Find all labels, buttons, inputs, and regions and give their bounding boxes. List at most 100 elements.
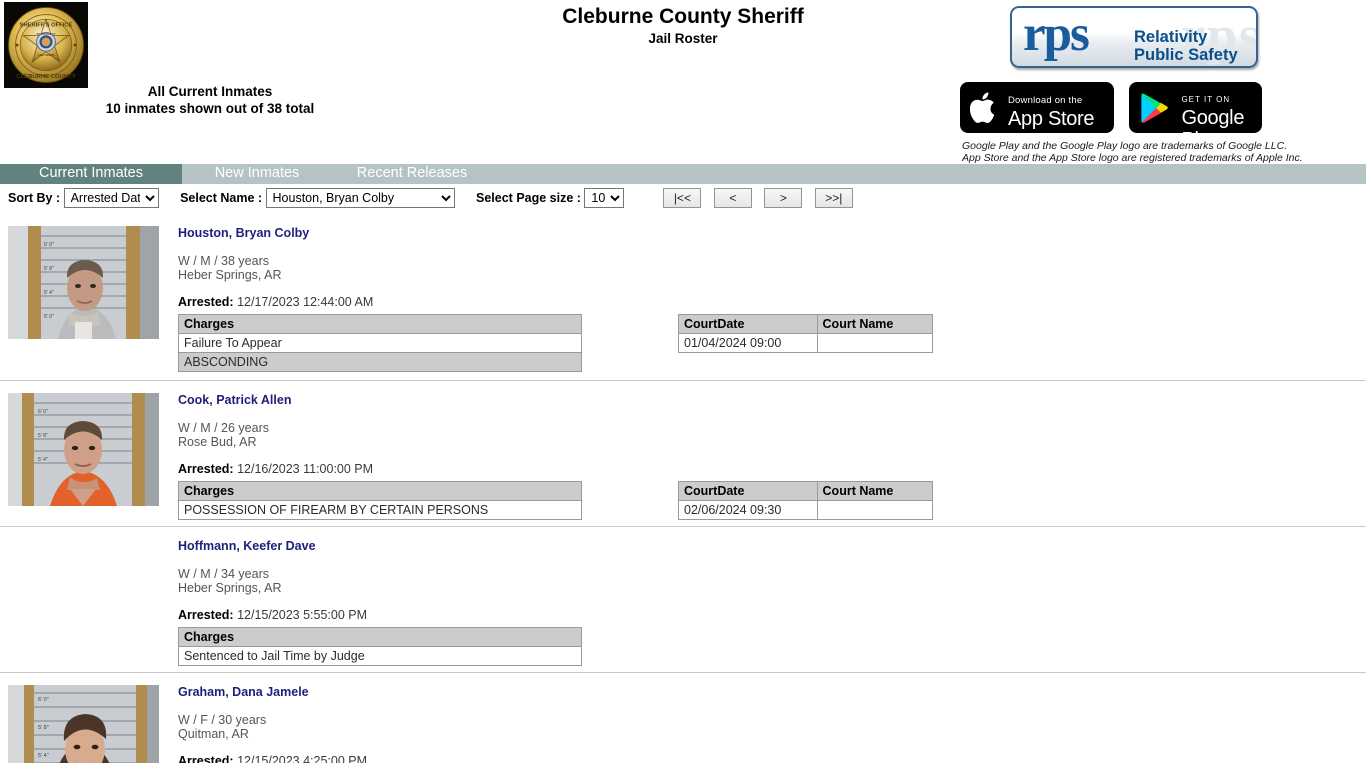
inmate-mugshot[interactable]: 6' 0" 5' 8" 5' 4" 5' 0" xyxy=(8,226,159,339)
inmate-count-block: All Current Inmates 10 inmates shown out… xyxy=(0,83,420,117)
app-store-text: Download on the App Store xyxy=(1008,90,1095,130)
charges-header-cell: Charges xyxy=(178,627,582,647)
tab-recent-releases[interactable]: Recent Releases xyxy=(332,164,492,184)
page-root: SHERIFF'S OFFICE CLEBURNE COUNTY TO PROT… xyxy=(0,0,1366,768)
sort-by-select[interactable]: Arrested Date xyxy=(63,188,159,208)
inmate-arrest-line: Arrested: 12/17/2023 12:44:00 AM xyxy=(178,295,1366,310)
sheriff-badge-image: SHERIFF'S OFFICE CLEBURNE COUNTY TO PROT… xyxy=(4,2,88,88)
charge-row: ABSCONDING xyxy=(178,352,582,372)
charge-row: POSSESSION OF FIREARM BY CERTAIN PERSONS xyxy=(178,500,582,520)
page-size-label: Select Page size : xyxy=(476,191,581,205)
rps-logo[interactable]: rps rps Relativity Public Safety solutio… xyxy=(1010,6,1258,68)
inmate-demographics: W / F / 30 years Quitman, AR xyxy=(178,713,1366,741)
charges-table: Charges POSSESSION OF FIREARM BY CERTAIN… xyxy=(178,481,582,520)
sheriff-star-icon: SHERIFF'S OFFICE CLEBURNE COUNTY TO PROT… xyxy=(8,7,84,83)
inmate-race-sex-age: W / M / 38 years xyxy=(178,254,269,268)
charges-header-cell: Charges xyxy=(178,314,582,334)
inmate-tables: Charges Sentenced to Jail Time by Judge xyxy=(178,627,1366,666)
inmate-mugshot[interactable]: 6' 0" 5' 8" 5' 4" xyxy=(8,685,159,763)
charges-header-cell: Charges xyxy=(178,481,582,501)
svg-text:5' 8": 5' 8" xyxy=(38,725,49,731)
google-play-small-label: GET IT ON xyxy=(1181,95,1231,104)
select-name-label: Select Name : xyxy=(180,191,263,205)
arrested-label: Arrested: xyxy=(178,608,234,622)
page-size-select[interactable]: 10 xyxy=(584,188,625,208)
inmate-mugshot[interactable]: 6' 0" 5' 8" 5' 4" xyxy=(8,393,159,506)
inmate-city: Rose Bud, AR xyxy=(178,435,257,449)
charge-row: Failure To Appear xyxy=(178,333,582,353)
inmate-arrest-line: Arrested: 12/15/2023 4:25:00 PM xyxy=(178,754,1366,763)
court-date-cell: 01/04/2024 09:00 xyxy=(678,333,818,353)
prev-page-button[interactable]: < xyxy=(713,188,752,208)
court-header-row: CourtDate Court Name xyxy=(678,481,934,501)
inmate-name-link[interactable]: Houston, Bryan Colby xyxy=(178,226,1366,241)
page-header: SHERIFF'S OFFICE CLEBURNE COUNTY TO PROT… xyxy=(0,0,1366,164)
court-date-header: CourtDate xyxy=(678,481,818,501)
inmate-demographics: W / M / 26 years Rose Bud, AR xyxy=(178,421,1366,449)
inmate-record: Hoffmann, Keefer Dave W / M / 34 years H… xyxy=(0,527,1366,672)
inmate-tables: Charges POSSESSION OF FIREARM BY CERTAIN… xyxy=(178,481,1366,520)
svg-text:CLEBURNE COUNTY: CLEBURNE COUNTY xyxy=(16,74,75,80)
filter-toolbar: Sort By : Arrested Date Select Name : Ho… xyxy=(0,188,1366,212)
rps-tagline: Relativity Public Safety solutions xyxy=(1134,28,1256,66)
inmate-demographics: W / M / 34 years Heber Springs, AR xyxy=(178,567,1366,595)
charges-table: Charges Sentenced to Jail Time by Judge xyxy=(178,627,582,666)
inmate-city: Quitman, AR xyxy=(178,727,249,741)
app-store-button[interactable]: Download on the App Store xyxy=(960,82,1114,133)
court-header-row: CourtDate Court Name xyxy=(678,314,934,334)
svg-text:5' 4": 5' 4" xyxy=(38,457,48,463)
inmate-arrest-line: Arrested: 12/16/2023 11:00:00 PM xyxy=(178,462,1366,477)
trademark-notice: Google Play and the Google Play logo are… xyxy=(962,140,1303,164)
last-page-button[interactable]: >>| xyxy=(814,188,853,208)
inmate-demographics: W / M / 38 years Heber Springs, AR xyxy=(178,254,1366,282)
inmate-city: Heber Springs, AR xyxy=(178,581,282,595)
inmate-details: Cook, Patrick Allen W / M / 26 years Ros… xyxy=(178,381,1366,520)
tab-current-inmates[interactable]: Current Inmates xyxy=(0,164,182,184)
app-store-big-label: App Store xyxy=(1008,108,1095,130)
inmate-record: 6' 0" 5' 8" 5' 4" 5' 0" Houston, Bryan Col… xyxy=(0,214,1366,380)
court-name-header: Court Name xyxy=(816,481,934,501)
inmate-record: 6' 0" 5' 8" 5' 4" Graham, Dana Jamele W /… xyxy=(0,673,1366,763)
charge-cell: Failure To Appear xyxy=(178,333,582,353)
apple-icon xyxy=(969,91,1000,130)
charge-cell: ABSCONDING xyxy=(178,352,582,372)
next-page-button[interactable]: > xyxy=(764,188,803,208)
charge-cell: POSSESSION OF FIREARM BY CERTAIN PERSONS xyxy=(178,500,582,520)
inmate-name-link[interactable]: Graham, Dana Jamele xyxy=(178,685,1366,700)
court-date-cell: 02/06/2024 09:30 xyxy=(678,500,818,520)
google-play-button[interactable]: GET IT ON Google Play xyxy=(1129,82,1263,151)
court-name-cell xyxy=(816,333,934,353)
court-name-cell xyxy=(816,500,934,520)
arrested-value: 12/17/2023 12:44:00 AM xyxy=(237,295,374,309)
rps-tagline-line2: solutions xyxy=(1134,65,1256,66)
svg-text:AND SERVE: AND SERVE xyxy=(38,53,55,57)
inmate-record: 6' 0"5' 8" 5' 4" Cook, Patrick Allen W xyxy=(0,381,1366,526)
svg-text:5' 8": 5' 8" xyxy=(44,266,54,272)
inmate-tables: Charges Failure To Appear ABSCONDING Cou… xyxy=(178,314,1366,372)
rps-tagline-line1: Relativity Public Safety xyxy=(1134,28,1238,64)
court-row: 02/06/2024 09:30 xyxy=(678,500,934,520)
inmate-details: Hoffmann, Keefer Dave W / M / 34 years H… xyxy=(178,527,1366,666)
rps-wordmark: rps xyxy=(1023,6,1090,62)
court-table: CourtDate Court Name 01/04/2024 09:00 xyxy=(678,314,934,353)
inmate-race-sex-age: W / M / 26 years xyxy=(178,421,269,435)
svg-text:5' 4": 5' 4" xyxy=(44,290,54,296)
charge-cell: Sentenced to Jail Time by Judge xyxy=(178,646,582,666)
svg-text:5' 8": 5' 8" xyxy=(38,433,48,439)
select-name-dropdown[interactable]: Houston, Bryan Colby xyxy=(265,188,455,208)
court-date-header: CourtDate xyxy=(678,314,818,334)
inmate-name-link[interactable]: Cook, Patrick Allen xyxy=(178,393,1366,408)
trademark-line-2: App Store and the App Store logo are reg… xyxy=(962,152,1303,164)
arrested-value: 12/16/2023 11:00:00 PM xyxy=(237,462,374,476)
svg-text:6' 0": 6' 0" xyxy=(38,409,48,415)
court-row: 01/04/2024 09:00 xyxy=(678,333,934,353)
inmate-details: Houston, Bryan Colby W / M / 38 years He… xyxy=(178,214,1366,372)
store-badges: Download on the App Store GET IT ON Goog… xyxy=(960,82,1263,151)
roster-scope-label: All Current Inmates xyxy=(147,84,273,99)
arrested-label: Arrested: xyxy=(178,295,234,309)
svg-text:6' 0": 6' 0" xyxy=(44,242,54,248)
tab-new-inmates[interactable]: New Inmates xyxy=(182,164,332,184)
inmate-name-link[interactable]: Hoffmann, Keefer Dave xyxy=(178,539,1366,554)
svg-text:6' 0": 6' 0" xyxy=(38,697,49,703)
first-page-button[interactable]: |<< xyxy=(663,188,702,208)
